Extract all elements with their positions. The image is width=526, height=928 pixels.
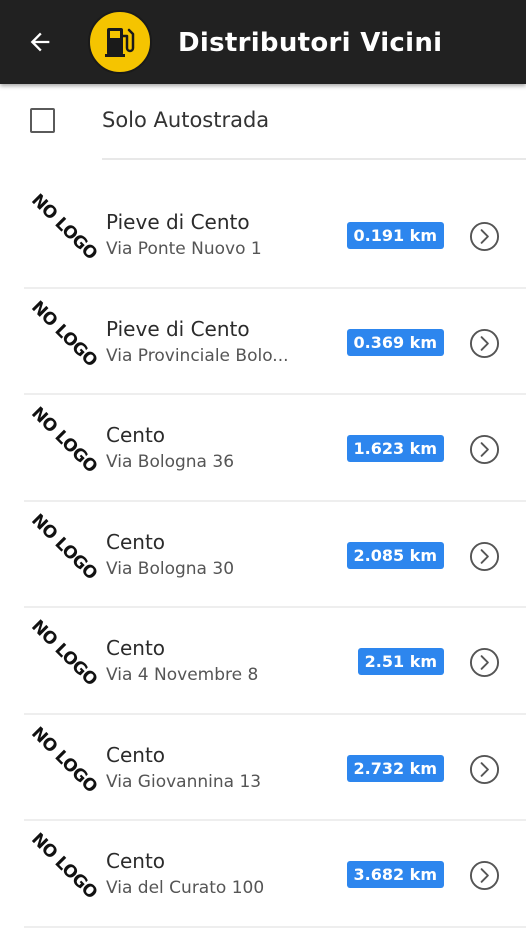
station-logo: NO LOGO [27, 509, 101, 584]
station-row[interactable]: NO LOGO Pieve di Cento Via Ponte Nuovo 1… [0, 182, 526, 289]
distance-badge: 2.51 km [357, 648, 444, 675]
station-address: Via Provinciale Bolo... [106, 345, 289, 366]
station-logo: NO LOGO [27, 722, 101, 797]
app-logo [88, 10, 152, 74]
distance-badge: 0.191 km [346, 222, 444, 249]
station-logo: NO LOGO [27, 296, 101, 371]
station-name: Cento [106, 849, 166, 873]
station-logo: NO LOGO [27, 616, 101, 690]
station-address: Via Bologna 30 [106, 558, 235, 579]
chevron-right-icon[interactable] [469, 328, 500, 359]
station-name: Cento [106, 742, 166, 767]
station-name: Pieve di Cento [106, 316, 250, 341]
station-name: Pieve di Cento [106, 210, 250, 234]
fuel-pump-icon [105, 28, 135, 57]
distance-badge: 3.682 km [346, 861, 444, 888]
chevron-right-icon[interactable] [469, 754, 500, 785]
station-row[interactable]: NO LOGO Cento Via Giovannina 13 2.732 km [0, 715, 526, 822]
station-address: Via 4 Novembre 8 [106, 665, 259, 685]
highway-only-label[interactable]: Solo Autostrada [102, 106, 269, 134]
station-row[interactable]: NO LOGO Pieve di Cento Via Provinciale B… [0, 289, 526, 396]
divider [102, 158, 526, 160]
filter-row: Solo Autostrada [0, 84, 526, 160]
highway-only-checkbox[interactable] [30, 108, 55, 133]
page-title: Distributori Vicini [178, 28, 443, 58]
station-logo: NO LOGO [27, 190, 101, 264]
chevron-right-icon[interactable] [469, 221, 500, 252]
chevron-right-icon[interactable] [469, 860, 500, 891]
chevron-right-icon[interactable] [469, 647, 500, 678]
station-row[interactable]: NO LOGO Cento Via del Curato 100 3.682 k… [0, 821, 526, 928]
back-button[interactable] [20, 22, 60, 62]
distance-badge: 2.732 km [346, 754, 444, 782]
station-address: Via Bologna 36 [106, 452, 235, 472]
station-row[interactable]: NO LOGO Cento Via 4 Novembre 8 2.51 km [0, 608, 526, 715]
arrow-left-icon [30, 32, 50, 52]
station-list: NO LOGO Pieve di Cento Via Ponte Nuovo 1… [0, 182, 526, 928]
chevron-right-icon[interactable] [469, 541, 500, 572]
station-address: Via del Curato 100 [106, 878, 265, 898]
distance-badge: 2.085 km [346, 541, 444, 569]
station-row[interactable]: NO LOGO Cento Via Bologna 30 2.085 km [0, 502, 526, 609]
station-row[interactable]: NO LOGO Cento Via Bologna 36 1.623 km [0, 395, 526, 502]
station-logo: NO LOGO [27, 829, 101, 903]
distance-badge: 0.369 km [346, 328, 444, 356]
station-address: Via Ponte Nuovo 1 [106, 239, 262, 259]
app-bar: Distributori Vicini [0, 0, 526, 84]
station-name: Cento [106, 423, 166, 447]
station-address: Via Giovannina 13 [106, 771, 262, 792]
distance-badge: 1.623 km [346, 435, 444, 462]
chevron-right-icon[interactable] [469, 434, 500, 465]
station-logo: NO LOGO [27, 403, 101, 477]
station-name: Cento [106, 529, 166, 554]
station-name: Cento [106, 636, 166, 660]
